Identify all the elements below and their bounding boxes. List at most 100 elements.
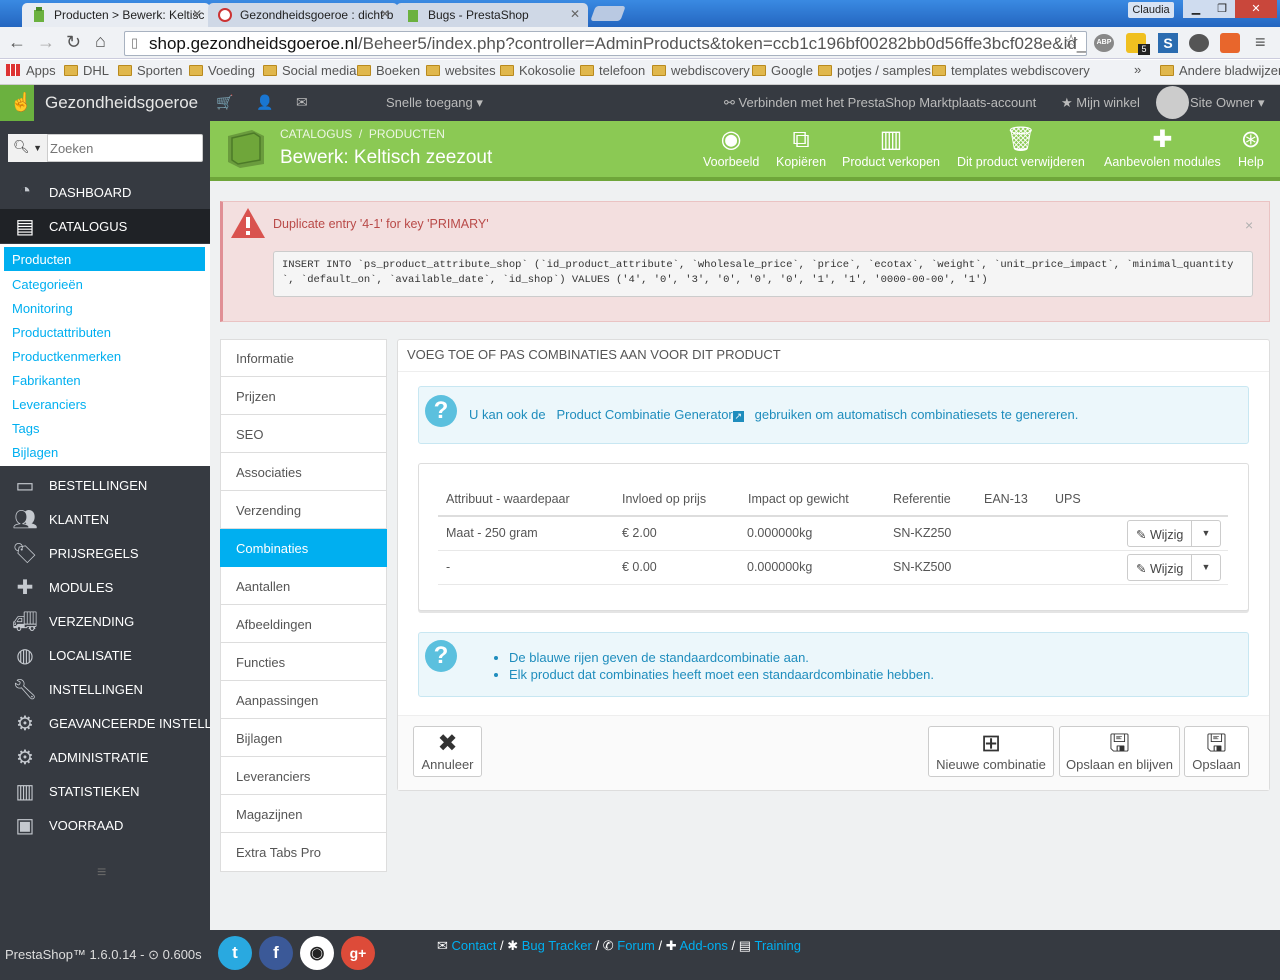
bookmark-folder[interactable]: webdiscovery	[652, 63, 750, 78]
column-header[interactable]: EAN-13	[984, 492, 1028, 506]
tab-verzending[interactable]: Verzending	[220, 491, 387, 529]
edit-button[interactable]: ✎ Wijzig	[1127, 520, 1192, 547]
customers-icon[interactable]: 👤	[256, 94, 273, 111]
submenu-fabrikanten[interactable]: Fabrikanten	[12, 373, 81, 388]
new-combination-button[interactable]: ⊞ Nieuwe combinatie	[928, 726, 1054, 777]
tab-aanpassingen[interactable]: Aanpassingen	[220, 681, 387, 719]
bookmark-folder[interactable]: websites	[426, 63, 496, 78]
back-icon[interactable]: ←	[8, 32, 26, 53]
analytics-extension-icon[interactable]	[1220, 33, 1240, 53]
menu-klanten[interactable]: 👥︎ KLANTEN	[0, 502, 210, 536]
submenu-leveranciers[interactable]: Leveranciers	[12, 397, 86, 412]
menu-modules[interactable]: ✚ MODULES	[0, 570, 210, 604]
menu-toggle-button[interactable]: ☝	[0, 85, 34, 121]
collapse-menu-icon[interactable]: ≡	[97, 864, 106, 882]
save-button[interactable]: 🖫︎ Opslaan	[1184, 726, 1249, 777]
cancel-button[interactable]: ✖ Annuleer	[413, 726, 482, 777]
marketplace-link[interactable]: ⚯ Verbinden met het PrestaShop Marktplaa…	[724, 95, 1036, 111]
menu-instellingen[interactable]: 🔧︎ INSTELLINGEN	[0, 672, 210, 706]
duplicate-button[interactable]: ⧉ Kopiëren	[776, 125, 826, 169]
close-tab-icon[interactable]: ✕	[380, 7, 390, 21]
bug-tracker-link[interactable]: Bug Tracker	[522, 938, 592, 953]
search-input[interactable]	[50, 137, 200, 159]
menu-dashboard[interactable]: ◔ DASHBOARD	[0, 175, 210, 209]
close-tab-icon[interactable]: ✕	[570, 7, 580, 21]
restore-icon[interactable]: ❐	[1209, 0, 1235, 18]
menu-bestellingen[interactable]: ▭ BESTELLINGEN	[0, 468, 210, 502]
bookmark-folder[interactable]: Google	[752, 63, 813, 78]
tab-afbeeldingen[interactable]: Afbeeldingen	[220, 605, 387, 643]
close-tab-icon[interactable]: ✕	[192, 7, 202, 21]
adblock-extension-icon[interactable]: ABP	[1094, 34, 1114, 52]
tab-seo[interactable]: SEO	[220, 415, 387, 453]
bookmark-folder[interactable]: Kokosolie	[500, 63, 575, 78]
bookmark-folder[interactable]: telefoon	[580, 63, 645, 78]
new-tab-button[interactable]	[590, 6, 626, 21]
tab-informatie[interactable]: Informatie	[220, 339, 387, 377]
training-link[interactable]: Training	[754, 938, 800, 953]
tab-magazijnen[interactable]: Magazijnen	[220, 795, 387, 833]
submenu-producten[interactable]: Producten	[4, 247, 205, 271]
row-actions-dropdown[interactable]: ▼	[1191, 520, 1221, 547]
submenu-tags[interactable]: Tags	[12, 421, 39, 436]
contact-link[interactable]: Contact	[452, 938, 497, 953]
preview-button[interactable]: ◉ Voorbeeld	[703, 125, 759, 169]
submenu-categorieen[interactable]: Categorieën	[12, 277, 83, 292]
menu-localisatie[interactable]: ◍ LOCALISATIE	[0, 638, 210, 672]
bookmark-folder[interactable]: Sporten	[118, 63, 183, 78]
forum-link[interactable]: Forum	[617, 938, 655, 953]
tab-leveranciers[interactable]: Leveranciers	[220, 757, 387, 795]
bookmark-folder[interactable]: templates webdiscovery	[932, 63, 1090, 78]
menu-verzending[interactable]: 🚚︎ VERZENDING	[0, 604, 210, 638]
other-bookmarks-folder[interactable]: Andere bladwijzers	[1160, 63, 1280, 78]
browser-tab[interactable]: Bugs - PrestaShop ✕	[396, 3, 588, 27]
tab-combinaties[interactable]: Combinaties	[220, 529, 387, 567]
forward-icon[interactable]: →	[37, 32, 55, 53]
github-icon[interactable]: ◉	[300, 936, 334, 970]
help-button[interactable]: ⊛ Help	[1238, 125, 1264, 169]
extension-icon[interactable]	[1189, 34, 1209, 52]
tab-extra-tabs-pro[interactable]: Extra Tabs Pro	[220, 833, 387, 871]
avatar[interactable]	[1156, 86, 1189, 119]
row-actions-dropdown[interactable]: ▼	[1191, 554, 1221, 581]
recommended-modules-button[interactable]: ✚ Aanbevolen modules	[1104, 125, 1221, 169]
menu-geavanceerde-instellingen[interactable]: ⚙ GEAVANCEERDE INSTELLI...	[0, 706, 210, 740]
more-bookmarks-button[interactable]: »	[1134, 62, 1141, 77]
twitter-icon[interactable]: t	[218, 936, 252, 970]
breadcrumb-catalogus[interactable]: CATALOGUS	[280, 127, 352, 141]
menu-statistieken[interactable]: ▥ STATISTIEKEN	[0, 774, 210, 808]
reload-icon[interactable]: ↻	[66, 32, 81, 53]
delete-product-button[interactable]: 🗑︎ Dit product verwijderen	[957, 125, 1085, 169]
tab-prijzen[interactable]: Prijzen	[220, 377, 387, 415]
submenu-productattributen[interactable]: Productattributen	[12, 325, 111, 340]
shop-name[interactable]: Gezondheidsgoeroe	[45, 93, 198, 113]
bookmark-folder[interactable]: DHL	[64, 63, 109, 78]
browser-menu-icon[interactable]: ≡	[1255, 32, 1266, 53]
quick-access-menu[interactable]: Snelle toegang ▾	[386, 95, 483, 111]
column-header[interactable]: Attribuut - waardepaar	[446, 492, 570, 506]
close-alert-icon[interactable]: ×	[1245, 217, 1253, 233]
tab-bijlagen[interactable]: Bijlagen	[220, 719, 387, 757]
edit-button[interactable]: ✎ Wijzig	[1127, 554, 1192, 581]
submenu-bijlagen[interactable]: Bijlagen	[12, 445, 58, 460]
tab-associaties[interactable]: Associaties	[220, 453, 387, 491]
home-icon[interactable]: ⌂	[95, 31, 106, 52]
messages-icon[interactable]: ✉	[296, 94, 308, 111]
orders-icon[interactable]: 🛒	[216, 94, 233, 111]
google-plus-icon[interactable]: g+	[341, 936, 375, 970]
bookmark-folder[interactable]: potjes / samples	[818, 63, 931, 78]
tab-functies[interactable]: Functies	[220, 643, 387, 681]
bookmark-apps[interactable]: Apps	[6, 63, 56, 78]
bookmark-folder[interactable]: Social media	[263, 63, 356, 78]
column-header[interactable]: Impact op gewicht	[748, 492, 849, 506]
submenu-productkenmerken[interactable]: Productkenmerken	[12, 349, 121, 364]
menu-voorraad[interactable]: ▣ VOORRAAD	[0, 808, 210, 842]
submenu-monitoring[interactable]: Monitoring	[12, 301, 73, 316]
close-window-icon[interactable]: ✕	[1235, 0, 1277, 18]
save-and-stay-button[interactable]: 🖫︎ Opslaan en blijven	[1059, 726, 1180, 777]
employee-menu[interactable]: Site Owner ▾	[1190, 95, 1264, 111]
combination-generator-link[interactable]: Product Combinatie Generator ↗	[556, 407, 744, 422]
browser-tab-active[interactable]: Producten > Bewerk: Keltisc ✕	[22, 3, 210, 27]
bookmark-folder[interactable]: Voeding	[189, 63, 255, 78]
tab-aantallen[interactable]: Aantallen	[220, 567, 387, 605]
